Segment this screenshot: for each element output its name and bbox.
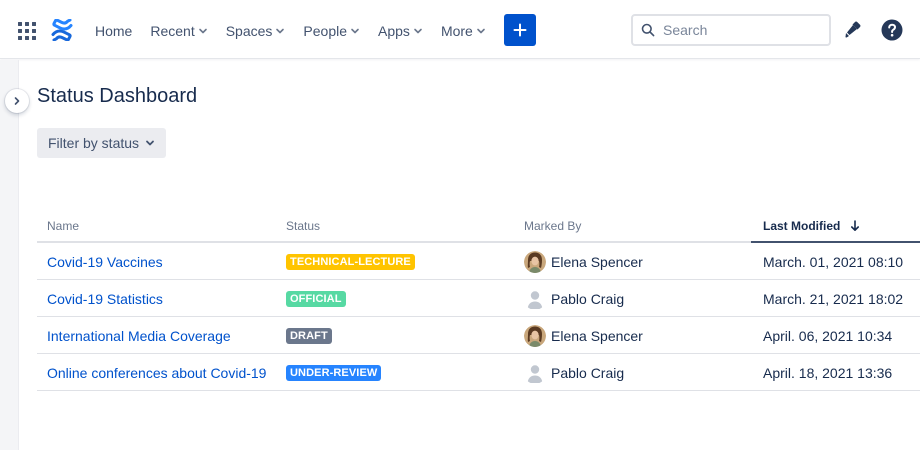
create-button[interactable]: [504, 14, 536, 46]
status-badge: UNDER-REVIEW: [286, 364, 382, 381]
status-badge: OFFICIAL: [286, 290, 346, 307]
cell-last-modified: March. 01, 2021 08:10: [763, 243, 903, 280]
chevron-down-icon: [198, 28, 207, 34]
nav-home-label: Home: [95, 23, 133, 39]
table-row: Covid-19 Vaccines TECHNICAL-LECTURE Elena …: [37, 243, 920, 280]
nav-spaces[interactable]: Spaces: [217, 15, 295, 47]
page-title: Status Dashboard: [37, 85, 198, 107]
status-badge: DRAFT: [286, 327, 332, 344]
timestamp: April. 06, 2021 10:34: [763, 327, 893, 344]
user-name[interactable]: Elena Spencer: [551, 254, 643, 270]
cell-last-modified: April. 18, 2021 13:36: [763, 354, 892, 391]
cell-name: Online conferences about Covid-19: [47, 354, 266, 391]
nav-recent-label: Recent: [150, 23, 195, 39]
column-header-label: Last Modified: [763, 219, 841, 233]
status-badge: TECHNICAL-LECTURE: [286, 253, 415, 270]
primary-nav: Home Recent Spaces People Apps More: [86, 15, 495, 47]
cell-status: DRAFT: [286, 317, 332, 354]
chevron-down-icon: [414, 28, 422, 34]
expand-sidebar-button[interactable]: [5, 89, 29, 113]
notification-icon[interactable]: [841, 19, 863, 41]
nav-recent[interactable]: Recent: [141, 15, 216, 47]
nav-more[interactable]: More: [432, 15, 495, 47]
cell-status: TECHNICAL-LECTURE: [286, 243, 415, 280]
cell-name: Covid-19 Statistics: [47, 280, 163, 317]
timestamp: March. 21, 2021 18:02: [763, 290, 904, 307]
sidebar-collapsed: [0, 60, 19, 450]
search-box[interactable]: [631, 14, 831, 46]
cell-status: OFFICIAL: [286, 280, 346, 317]
table-row: International Media Coverage DRAFT Elena S…: [37, 317, 920, 354]
avatar[interactable]: [524, 288, 546, 310]
table-row: Online conferences about Covid-19 UNDER-R…: [37, 354, 920, 391]
user-name[interactable]: Elena Spencer: [551, 328, 643, 344]
avatar[interactable]: [524, 362, 546, 384]
column-header-last-modified[interactable]: Last Modified: [763, 219, 860, 233]
nav-people-label: People: [303, 23, 348, 39]
cell-marked-by: Elena Spencer: [524, 243, 643, 280]
top-navigation: Home Recent Spaces People Apps More: [0, 0, 920, 59]
nav-more-label: More: [440, 23, 473, 39]
table-body: Covid-19 Vaccines TECHNICAL-LECTURE Elena …: [37, 243, 920, 391]
arrow-down-icon: [850, 220, 859, 231]
cell-status: UNDER-REVIEW: [286, 354, 382, 391]
column-header-label: Name: [47, 219, 80, 233]
user-name[interactable]: Pablo Craig: [551, 291, 624, 307]
filter-label: Filter by status: [48, 135, 140, 151]
cell-marked-by: Pablo Craig: [524, 280, 624, 317]
status-table: Name Status Marked By Last Modified Covi…: [37, 210, 920, 391]
avatar[interactable]: [524, 250, 546, 273]
help-icon[interactable]: [881, 19, 903, 41]
chevron-right-icon: [14, 97, 20, 105]
column-header-name[interactable]: Name: [47, 219, 79, 233]
column-header-label: Status: [286, 219, 321, 233]
column-header-status[interactable]: Status: [286, 219, 320, 233]
cell-name: Covid-19 Vaccines: [47, 243, 163, 280]
cell-marked-by: Pablo Craig: [524, 354, 624, 391]
page-link[interactable]: Online conferences about Covid-19: [47, 365, 266, 381]
page-link[interactable]: Covid-19 Statistics: [47, 291, 163, 307]
filter-by-status-dropdown[interactable]: Filter by status: [37, 128, 167, 158]
cell-last-modified: March. 21, 2021 18:02: [763, 280, 903, 317]
avatar[interactable]: [524, 324, 546, 347]
chevron-down-icon: [276, 28, 285, 34]
user-name[interactable]: Pablo Craig: [551, 365, 624, 381]
chevron-down-icon: [146, 140, 154, 146]
nav-spaces-label: Spaces: [225, 23, 273, 39]
table-row: Covid-19 Statistics OFFICIAL Pablo Craig Ma…: [37, 280, 920, 317]
timestamp: April. 18, 2021 13:36: [763, 364, 893, 381]
nav-apps[interactable]: Apps: [369, 15, 432, 47]
column-header-marked-by[interactable]: Marked By: [524, 219, 581, 233]
column-header-label: Marked By: [524, 219, 582, 233]
nav-home[interactable]: Home: [86, 15, 141, 47]
grid-icon[interactable]: [18, 22, 36, 40]
page-link[interactable]: International Media Coverage: [47, 328, 231, 344]
table-header: Name Status Marked By Last Modified: [37, 210, 920, 243]
nav-people[interactable]: People: [294, 15, 369, 47]
timestamp: March. 01, 2021 08:10: [763, 253, 904, 270]
search-icon: [641, 23, 655, 37]
search-input[interactable]: [663, 22, 823, 38]
cell-last-modified: April. 06, 2021 10:34: [763, 317, 892, 354]
confluence-logo-icon[interactable]: [51, 18, 73, 42]
plus-icon: [513, 23, 527, 37]
nav-apps-label: Apps: [378, 23, 410, 39]
cell-name: International Media Coverage: [47, 317, 231, 354]
page-link[interactable]: Covid-19 Vaccines: [47, 254, 163, 270]
chevron-down-icon: [351, 28, 359, 34]
chevron-down-icon: [477, 28, 485, 34]
cell-marked-by: Elena Spencer: [524, 317, 643, 354]
